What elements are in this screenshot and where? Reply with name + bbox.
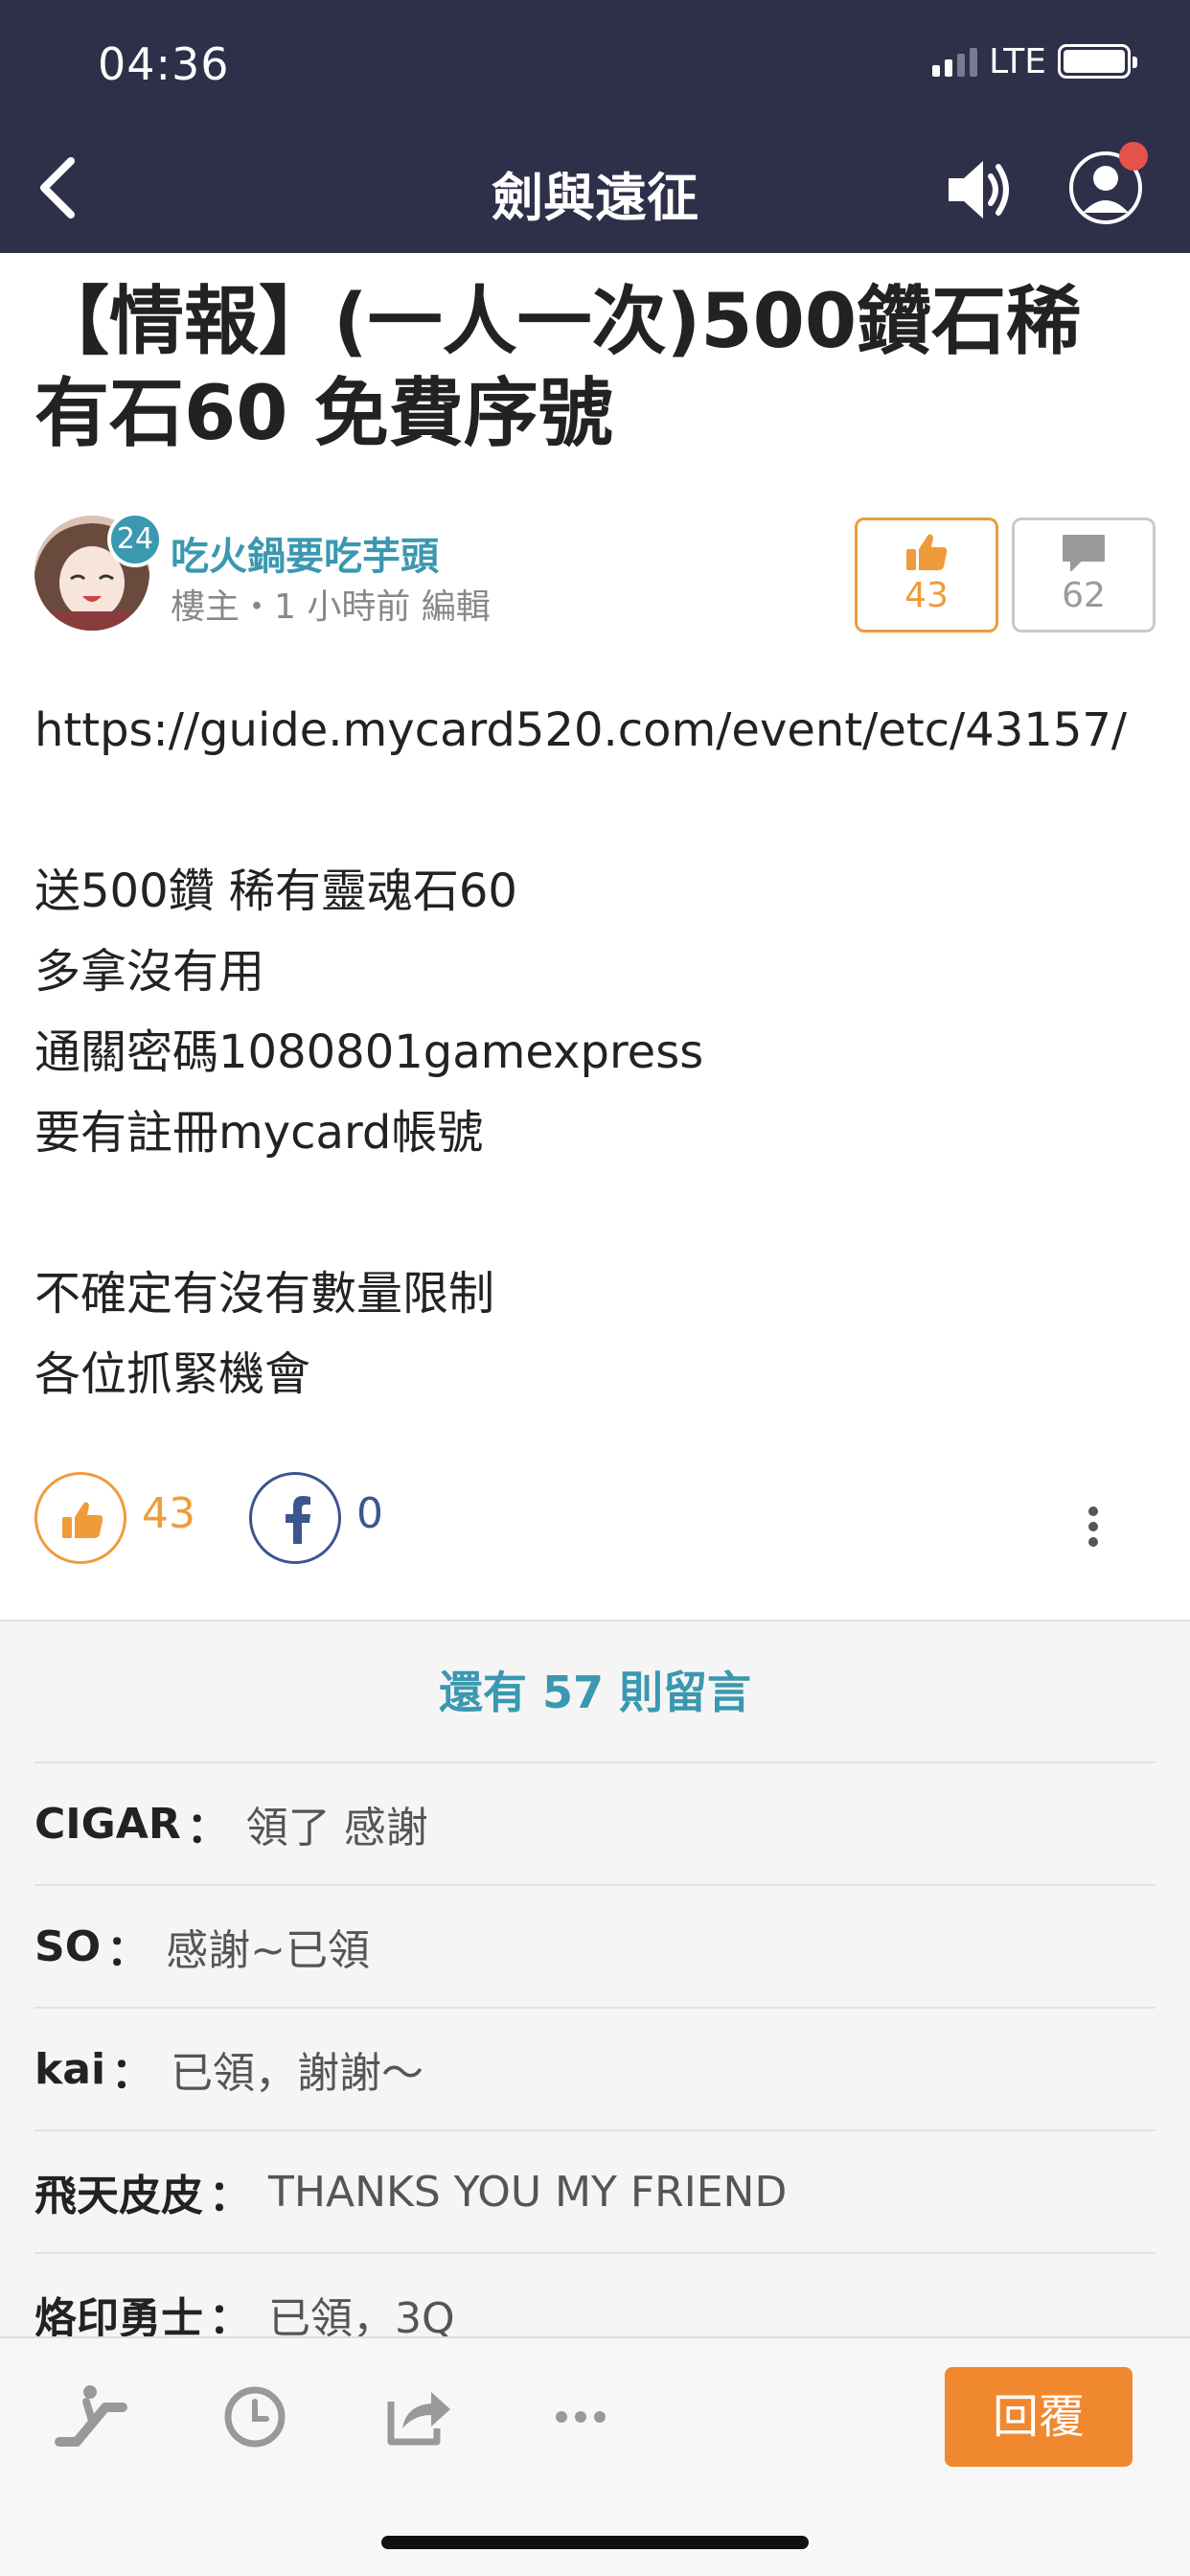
comment-separator: ： [209, 2172, 251, 2220]
comment-text: THANKS YOU MY FRIEND [268, 2167, 788, 2217]
comment-row: 烙印勇士 ： 已領，3Q [34, 2254, 1156, 2336]
comment-count-box[interactable]: 62 [1012, 518, 1156, 632]
status-time: 04:36 [98, 38, 230, 90]
content-line: 要有註冊mycard帳號 [34, 1106, 484, 1160]
content-line: 各位抓緊機會 [34, 1347, 311, 1401]
like-button[interactable] [34, 1472, 126, 1564]
comment-row: kai ： 已領，謝謝～ [34, 2009, 1156, 2131]
comment-text: 已領，謝謝～ [171, 2049, 424, 2098]
comment-author[interactable]: 烙印勇士 [34, 2284, 203, 2336]
post-title: 【情報】(一人一次)500鑽石稀有石60 免費序號 [34, 279, 1082, 457]
comments-section: 還有 57 則留言 CIGAR ： 領了 感謝 SO ： 感謝~已領 kai ：… [0, 1620, 1190, 2336]
comment-separator: ： [209, 2294, 251, 2336]
network-label: LTE [989, 41, 1046, 81]
like-count-box[interactable]: 43 [855, 518, 998, 632]
comment-separator: ： [186, 1804, 229, 1852]
level-badge: 24 [107, 512, 163, 567]
speaker-icon[interactable] [943, 153, 1016, 226]
more-comments-link[interactable]: 還有 57 則留言 [34, 1622, 1156, 1763]
thumbs-up-icon [906, 534, 948, 570]
like-count: 43 [904, 576, 949, 615]
reply-button[interactable]: 回覆 [945, 2367, 1133, 2467]
comment-author[interactable]: kai [34, 2045, 105, 2094]
comment-text: 感謝~已領 [166, 1926, 370, 1975]
comment-text: 已領，3Q [268, 2294, 455, 2336]
home-indicator[interactable] [381, 2536, 809, 2549]
facebook-share-count: 0 [356, 1489, 383, 1538]
clock-icon[interactable] [217, 2379, 293, 2455]
comment-icon [1063, 535, 1105, 571]
more-vertical-icon[interactable] [1087, 1506, 1100, 1554]
content-line: 不確定有沒有數量限制 [34, 1267, 495, 1321]
facebook-share-button[interactable] [249, 1472, 341, 1564]
facebook-icon [286, 1496, 310, 1544]
post-actions: 43 0 [34, 1472, 1156, 1564]
author-row: 24 吃火鍋要吃芋頭 樓主・1 小時前 編輯 43 62 [34, 512, 1156, 634]
content-line: 多拿沒有用 [34, 945, 265, 999]
app-header: 04:36 LTE 劍與遠征 [0, 0, 1190, 253]
content-line [34, 770, 1165, 851]
comment-author[interactable]: CIGAR [34, 1800, 181, 1849]
comment-separator: ： [106, 1926, 149, 1975]
author-meta: 樓主・1 小時前 編輯 [171, 587, 491, 627]
share-icon[interactable] [379, 2379, 456, 2455]
comment-row: CIGAR ： 領了 感謝 [34, 1763, 1156, 1886]
signal-icon [932, 46, 978, 77]
author-name[interactable]: 吃火鍋要吃芋頭 [171, 525, 439, 581]
status-indicators: LTE [932, 41, 1137, 81]
comment-row: SO ： 感謝~已領 [34, 1886, 1156, 2009]
thumbs-up-icon [62, 1502, 103, 1538]
post-content: https://guide.mycard520.com/event/etc/43… [34, 690, 1165, 1414]
comment-count: 62 [1062, 576, 1106, 615]
battery-icon [1058, 44, 1137, 79]
content-line-link[interactable]: https://guide.mycard520.com/event/etc/43… [34, 690, 1165, 770]
comment-author[interactable]: SO [34, 1922, 101, 1971]
content-line [34, 1173, 1165, 1254]
like-action-count: 43 [142, 1489, 195, 1538]
content-line: 通關密碼1080801gamexpress [34, 1025, 704, 1079]
escalator-icon[interactable] [54, 2379, 130, 2455]
comment-author[interactable]: 飛天皮皮 [34, 2161, 203, 2222]
comment-text: 領了 感謝 [245, 1804, 428, 1852]
more-horizontal-icon[interactable] [542, 2379, 619, 2455]
comment-separator: ： [111, 2049, 154, 2098]
content-line: 送500鑽 稀有靈魂石60 [34, 864, 517, 918]
notification-badge [1119, 142, 1148, 171]
comment-row: 飛天皮皮 ： THANKS YOU MY FRIEND [34, 2131, 1156, 2254]
